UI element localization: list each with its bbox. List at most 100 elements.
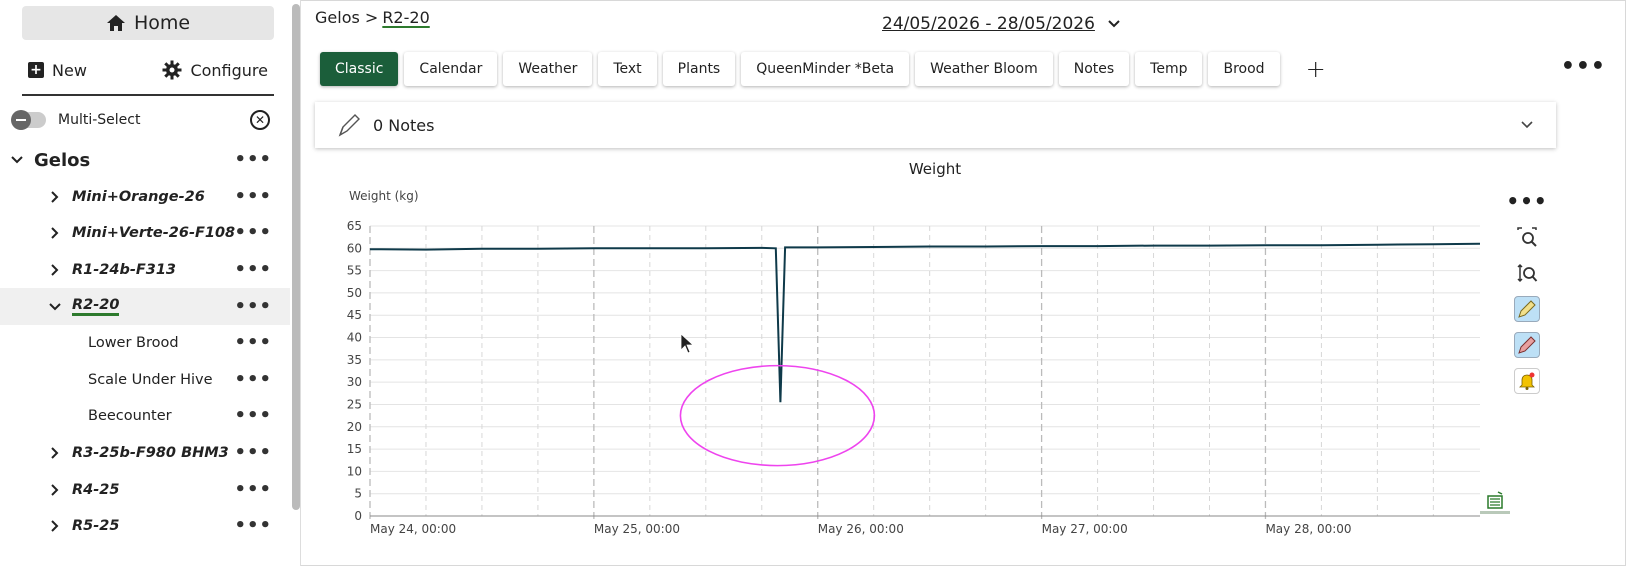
item-more-icon[interactable]: •••	[234, 151, 272, 169]
chart-title: Weight	[908, 160, 962, 178]
tree-item-label: Mini+Verte-26-F108	[72, 225, 236, 242]
y-tick-label: 60	[347, 241, 362, 255]
tree-hive-item[interactable]: Mini+Orange-26 •••	[0, 179, 290, 216]
item-more-icon[interactable]: •••	[234, 261, 272, 279]
add-tab-icon[interactable]: +	[1306, 55, 1326, 83]
more-options-icon[interactable]: •••	[1561, 56, 1606, 78]
home-button[interactable]: Home	[22, 6, 274, 40]
tree-item-label: R1-24b-F313	[72, 262, 177, 279]
view-tabs: Classic Calendar Weather Text Plants QueenMin…	[320, 52, 1326, 86]
breadcrumb-current[interactable]: R2-20	[382, 8, 429, 27]
tree-hive-item[interactable]: R1-24b-F313 •••	[0, 252, 290, 289]
item-more-icon[interactable]: •••	[234, 224, 272, 242]
tab-weather[interactable]: Weather	[503, 52, 593, 86]
multiselect-toggle[interactable]	[11, 110, 46, 130]
new-label: New	[52, 60, 87, 80]
chevron-down-icon	[1521, 121, 1533, 129]
tab-classic[interactable]: Classic	[320, 52, 399, 86]
tab-queenminder-beta[interactable]: QueenMinder *Beta	[741, 52, 910, 86]
main-panel: Gelos > R2-20 24/05/2026 - 28/05/2026 Cl…	[302, 0, 1626, 566]
multiselect-label: Multi-Select	[58, 112, 141, 128]
chevron-right-icon[interactable]	[48, 226, 62, 240]
home-label: Home	[133, 12, 191, 34]
notes-bar[interactable]: 0 Notes	[315, 102, 1556, 148]
tab-weather-bloom[interactable]: Weather Bloom	[915, 52, 1053, 86]
y-tick-label: 50	[347, 286, 362, 300]
zoom-vertical-icon[interactable]	[1514, 260, 1540, 286]
tree-item-label: Mini+Orange-26	[72, 188, 205, 205]
y-tick-label: 15	[347, 442, 362, 456]
edit-note-pen-icon[interactable]	[1514, 332, 1540, 358]
chevron-right-icon[interactable]	[48, 263, 62, 277]
item-more-icon[interactable]: •••	[234, 187, 272, 205]
tab-text[interactable]: Text	[598, 52, 657, 86]
breadcrumb-root[interactable]: Gelos >	[315, 8, 378, 27]
tab-brood[interactable]: Brood	[1208, 52, 1280, 86]
x-tick-label: May 25, 00:00	[594, 522, 680, 536]
tree-hive-item[interactable]: R2-20 •••	[0, 288, 290, 325]
tree-root-0[interactable]: Gelos •••	[0, 142, 290, 179]
new-configure-bar: + New Configure	[22, 56, 274, 96]
item-more-icon[interactable]: •••	[234, 297, 272, 315]
sidebar-scrollbar[interactable]	[292, 4, 300, 510]
tab-plants[interactable]: Plants	[662, 52, 736, 86]
home-icon	[106, 15, 125, 31]
clear-selection-icon[interactable]: ✕	[250, 110, 270, 130]
date-range-text: 24/05/2026 - 28/05/2026	[882, 14, 1095, 34]
x-tick-label: May 26, 00:00	[818, 522, 904, 536]
y-axis-label: Weight (kg)	[349, 189, 419, 203]
y-tick-label: 0	[354, 509, 362, 523]
tree-hive-item[interactable]: R5-25 •••	[0, 508, 290, 545]
gear-icon	[162, 60, 182, 80]
add-note-pen-icon[interactable]	[1514, 296, 1540, 322]
item-more-icon[interactable]: •••	[234, 407, 272, 425]
chevron-right-icon[interactable]	[48, 519, 62, 533]
y-tick-label: 30	[347, 375, 362, 389]
y-tick-label: 25	[347, 397, 362, 411]
sidebar: Home + New Configure Multi-Select ✕ Gelo…	[0, 0, 301, 566]
tree-item-label: Beecounter	[88, 408, 172, 425]
weight-series-line	[369, 242, 1481, 403]
notes-count: 0 Notes	[373, 115, 435, 135]
y-tick-label: 5	[354, 487, 362, 501]
tree-sensor-item[interactable]: Beecounter •••	[0, 398, 290, 435]
item-more-icon[interactable]: •••	[234, 444, 272, 462]
chevron-down-icon[interactable]	[10, 153, 24, 167]
tree-item-label: Lower Brood	[88, 335, 179, 352]
date-range-picker[interactable]: 24/05/2026 - 28/05/2026	[882, 14, 1121, 34]
tab-temp[interactable]: Temp	[1135, 52, 1203, 86]
chevron-down-icon[interactable]	[48, 300, 62, 314]
chevron-right-icon[interactable]	[48, 446, 62, 460]
pen-icon	[338, 114, 360, 137]
item-more-icon[interactable]: •••	[234, 480, 272, 498]
tree-sensor-item[interactable]: Scale Under Hive •••	[0, 362, 290, 399]
chevron-right-icon[interactable]	[48, 190, 62, 204]
tree-item-label: R5-25	[72, 518, 120, 535]
y-tick-label: 65	[347, 219, 362, 233]
tree-sensor-item[interactable]: Lower Brood •••	[0, 325, 290, 362]
y-tick-label: 20	[347, 420, 362, 434]
chevron-right-icon[interactable]	[48, 483, 62, 497]
zoom-horizontal-icon[interactable]	[1514, 224, 1540, 250]
chart-menu-icon[interactable]: •••	[1506, 188, 1546, 214]
item-more-icon[interactable]: •••	[234, 334, 272, 352]
tab-notes[interactable]: Notes	[1058, 52, 1130, 86]
x-tick-label: May 27, 00:00	[1042, 522, 1128, 536]
new-button[interactable]: + New	[28, 61, 87, 80]
tree-hive-item[interactable]: R3-25b-F980 BHM3 •••	[0, 435, 290, 472]
tree-item-label: Gelos	[34, 149, 91, 171]
weight-chart[interactable]: 0 5 10 15 20 25 30 35 40 45 50 55 60 65 May 24, 00:00 M…	[332, 210, 1492, 540]
plus-box-icon: +	[28, 62, 44, 78]
item-more-icon[interactable]: •••	[234, 517, 272, 535]
mybroodminder-logo-icon	[1480, 491, 1510, 514]
multiselect-row: Multi-Select ✕	[11, 108, 282, 132]
tab-calendar[interactable]: Calendar	[404, 52, 498, 86]
chevron-down-icon	[1108, 20, 1120, 28]
configure-button[interactable]: Configure	[162, 60, 268, 80]
tree-hive-item[interactable]: Mini+Verte-26-F108 •••	[0, 215, 290, 252]
alert-bell-icon[interactable]	[1514, 368, 1540, 394]
mouse-cursor-icon	[680, 333, 695, 354]
y-tick-label: 45	[347, 308, 362, 322]
item-more-icon[interactable]: •••	[234, 370, 272, 388]
tree-hive-item[interactable]: R4-25 •••	[0, 471, 290, 508]
